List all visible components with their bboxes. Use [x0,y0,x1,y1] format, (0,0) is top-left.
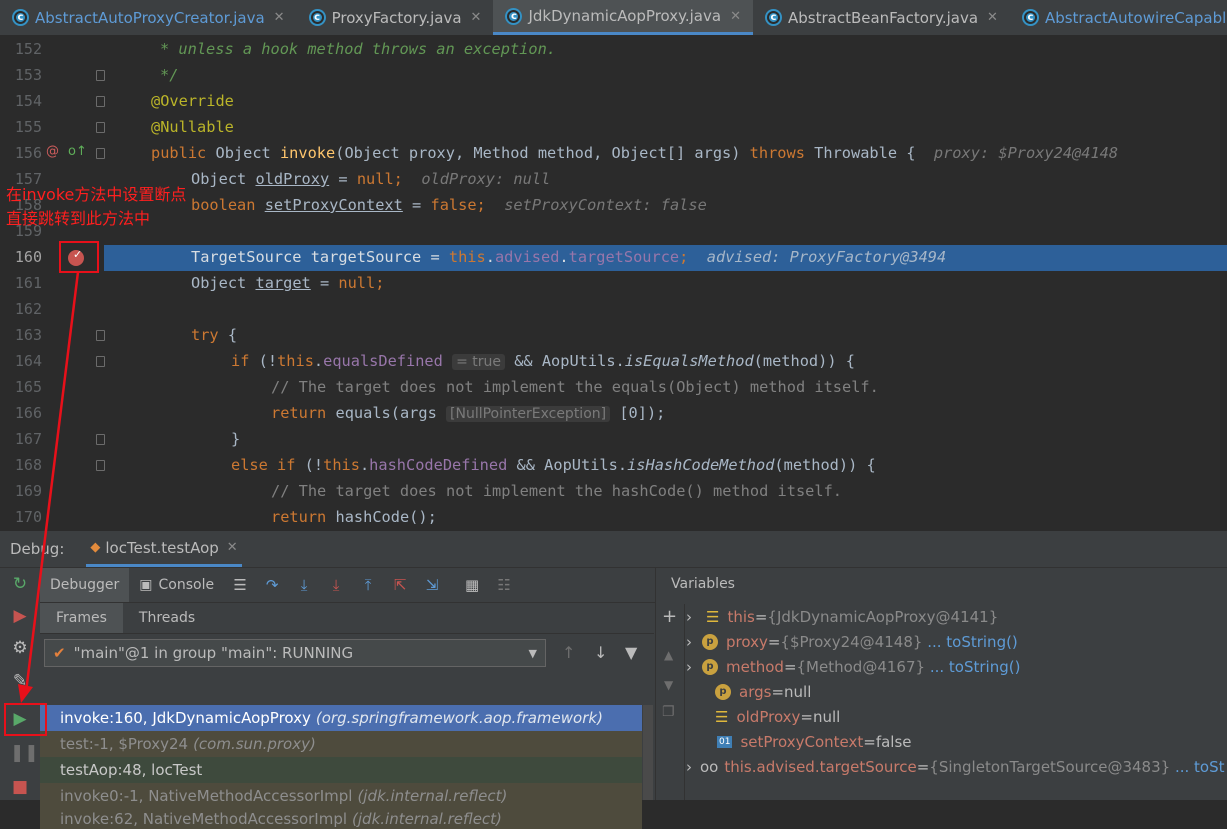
frame-row[interactable]: invoke:62, NativeMethodAccessorImpl (jdk.… [40,809,642,829]
frame-package: (jdk.internal.reflect) [352,810,502,828]
frame-method: invoke:62, NativeMethodAccessorImpl [60,810,348,828]
annotation-arrow [18,271,80,703]
